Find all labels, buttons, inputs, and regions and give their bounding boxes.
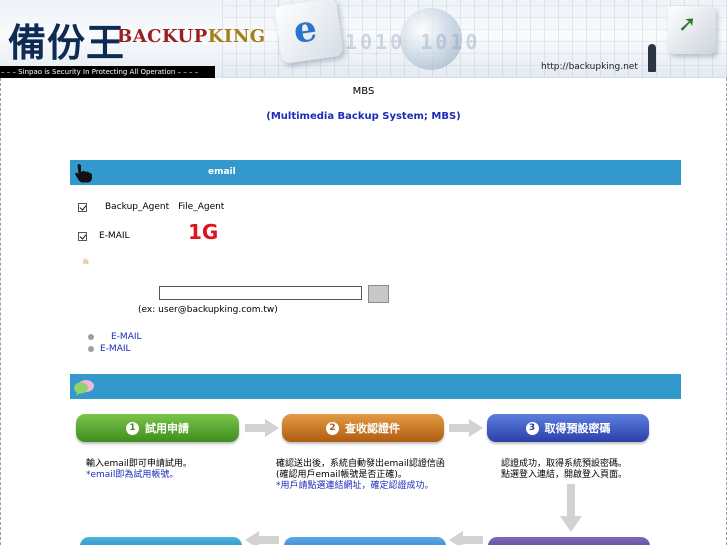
step-2-number: 2 (326, 421, 339, 435)
step-5-pill (284, 537, 446, 545)
step-1-number: 1 (126, 421, 139, 435)
arrow-right-icon (245, 419, 279, 437)
step-1-label: 試用申請 (145, 422, 189, 435)
logo-en-part2: KING (207, 26, 266, 47)
arrow-down-icon (560, 484, 582, 532)
file-agent-label: File_Agent (178, 202, 225, 212)
email-checkbox[interactable] (78, 231, 87, 241)
logo-english[interactable]: BACKUPKING (117, 26, 266, 47)
step-4-pill (488, 537, 650, 545)
step-2-label: 查收認證件 (345, 422, 400, 435)
email-input[interactable] (159, 286, 362, 300)
small-chart-icon: ilı (83, 258, 89, 266)
bullet-icon (88, 346, 94, 352)
email-option-label: E-MAIL (99, 231, 130, 241)
step-3-pill: 3 取得預設密碼 (487, 414, 649, 442)
intro-subtitle: (Multimedia Backup System; MBS) (266, 111, 461, 122)
section-bar-email: email (70, 160, 681, 185)
ie-cube-icon: e (274, 0, 344, 65)
backup-agent-label: Backup_Agent (105, 202, 170, 212)
step-1-description: 輸入email即可申請試用。 *email即為試用帳號。 (86, 459, 192, 481)
step-3-label: 取得預設密碼 (544, 422, 611, 435)
arrow-left-icon (449, 531, 483, 545)
logo-chinese[interactable]: 備份王 (8, 12, 125, 67)
person-figure-icon (648, 44, 656, 72)
email-link-1[interactable]: E-MAIL (111, 332, 142, 342)
submit-button[interactable] (368, 285, 389, 303)
email-link-2[interactable]: E-MAIL (100, 344, 131, 354)
bullet-icon (88, 334, 94, 340)
pointing-hand-icon (75, 164, 92, 183)
step-2-desc-line: 確認送出後，系統自動發出email認證信函 (276, 459, 445, 469)
option-email[interactable]: E-MAIL (78, 231, 130, 241)
option-agent[interactable]: Backup_Agent File_Agent (78, 202, 224, 212)
storage-highlight: 1G (188, 220, 219, 244)
binary-decoration: 01010 1010 (330, 30, 481, 54)
arrow-right-icon (449, 419, 483, 437)
header-banner: 01010 1010 e ➚ 備份王 BACKUPKING http://bac… (0, 0, 727, 78)
chat-bubbles-icon (74, 380, 94, 396)
list-item[interactable]: E-MAIL (88, 344, 131, 354)
arrow-left-icon (245, 531, 279, 545)
site-url: http://backupking.net (541, 62, 638, 72)
arrow-cube-icon: ➚ (668, 6, 716, 54)
step-6-pill (80, 537, 242, 545)
step-2-desc-line: (確認用戶email帳號是否正確)。 (276, 470, 407, 480)
step-3-desc-line: 點選登入連結，開啟登入頁面。 (501, 470, 628, 480)
step-3-desc-line: 認證成功，取得系統預設密碼。 (501, 459, 628, 469)
step-1-desc-note: *email即為試用帳號。 (86, 470, 179, 480)
step-2-description: 確認送出後，系統自動發出email認證信函 (確認用戶email帳號是否正確)。… (276, 459, 445, 492)
step-2-desc-note: *用戶請點選連結網址，確定認證成功。 (276, 481, 434, 491)
email-example: (ex: user@backupking.com.tw) (138, 305, 278, 315)
step-1-desc-line: 輸入email即可申請試用。 (86, 459, 192, 469)
step-1-pill: 1 試用申請 (76, 414, 239, 442)
agent-checkbox[interactable] (78, 202, 87, 212)
step-3-number: 3 (525, 421, 539, 435)
section-bar-steps (70, 374, 681, 399)
logo-en-part1: BACKUP (117, 26, 208, 47)
intro-title: MBS (352, 86, 375, 97)
tagline: – – – Sinpao is Security In Protecting A… (0, 66, 215, 78)
list-item[interactable]: E-MAIL (88, 332, 142, 342)
step-2-pill: 2 查收認證件 (282, 414, 444, 442)
section-title-email: email (208, 167, 236, 177)
step-3-description: 認證成功，取得系統預設密碼。 點選登入連結，開啟登入頁面。 (501, 459, 627, 481)
